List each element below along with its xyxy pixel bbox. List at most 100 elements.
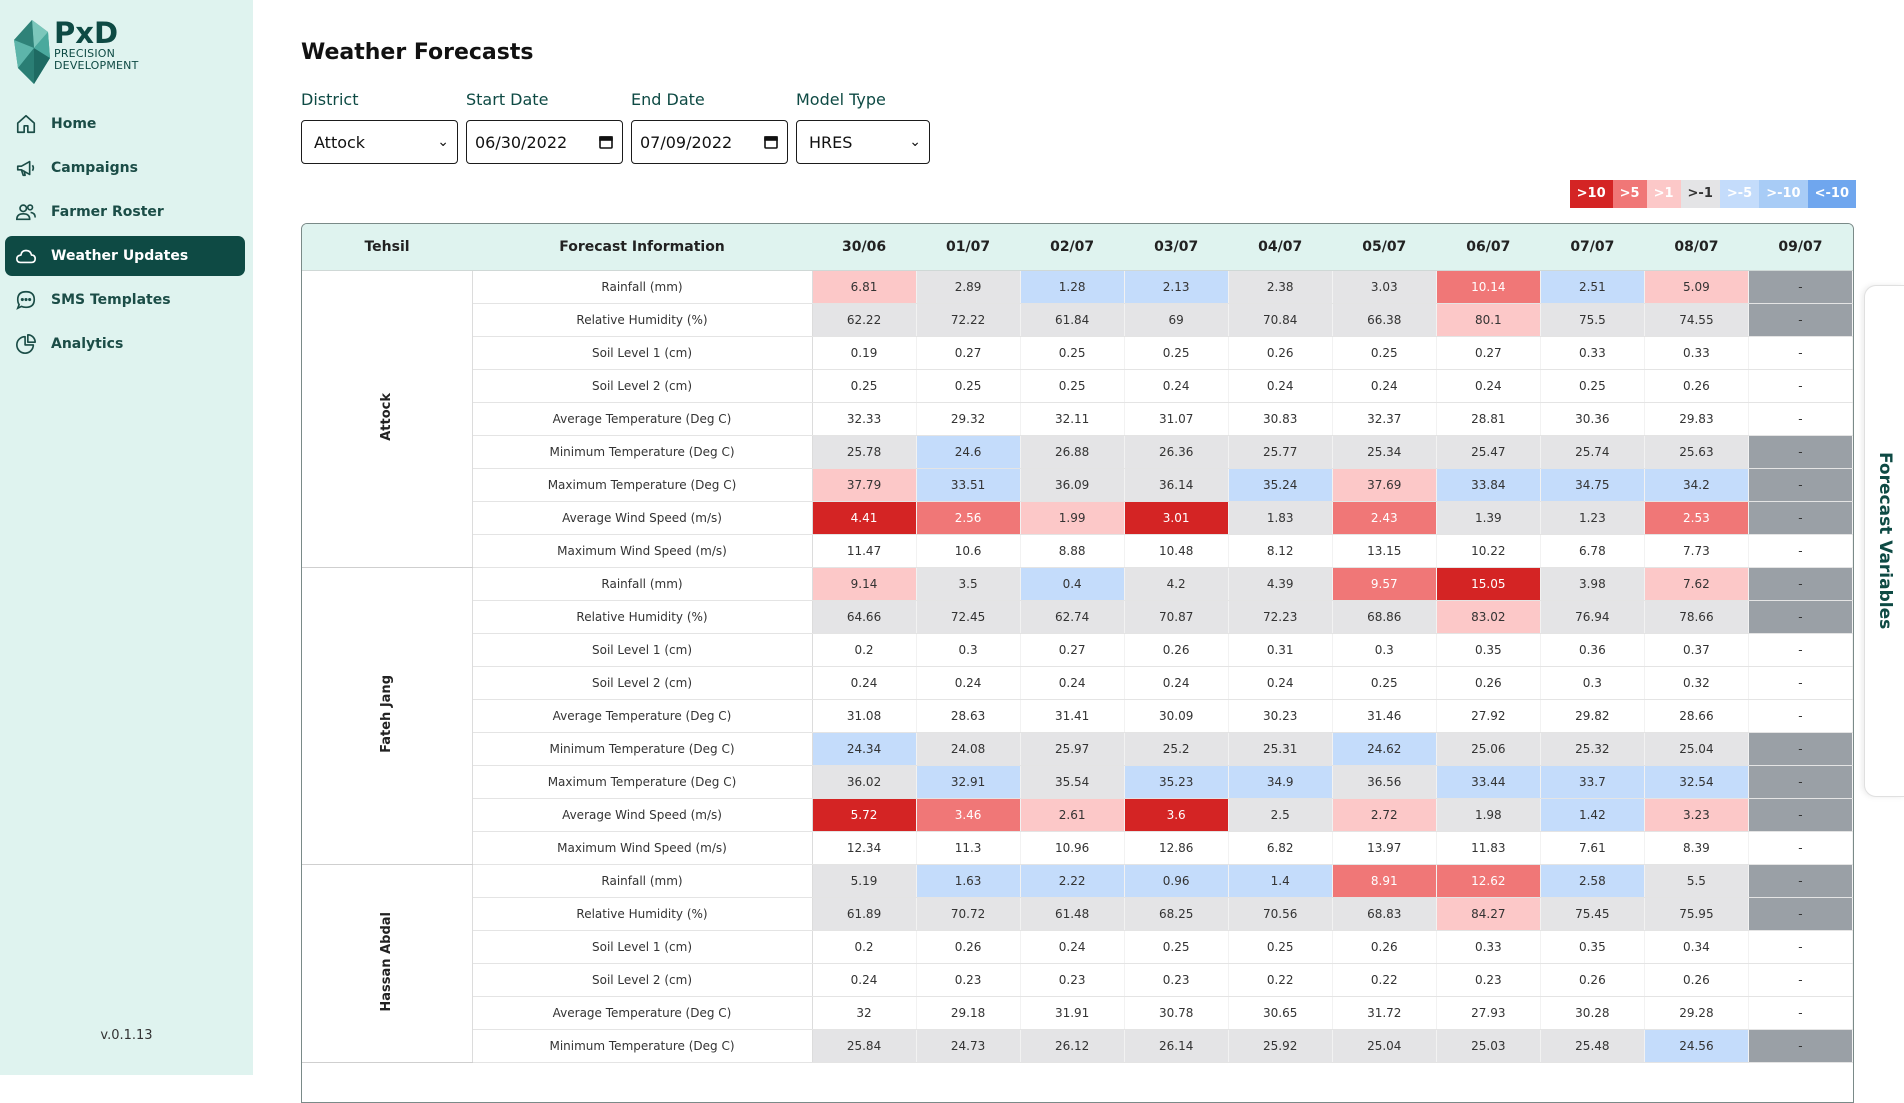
forecast-value-cell: 75.45 (1540, 897, 1645, 931)
logo[interactable]: PxD PRECISION DEVELOPMENT (12, 18, 139, 86)
forecast-variable-label: Rainfall (mm) (472, 567, 813, 601)
forecast-value-cell: 61.89 (812, 897, 917, 931)
forecast-value-cell: 8.39 (1644, 831, 1749, 865)
forecast-value-cell: 36.56 (1332, 765, 1437, 799)
logo-text: PxD PRECISION DEVELOPMENT (54, 18, 139, 72)
forecast-value-cell: 8.88 (1020, 534, 1125, 568)
sidebar-item-sms-templates[interactable]: SMS Templates (5, 280, 245, 320)
forecast-value-cell: 27.93 (1436, 996, 1541, 1030)
start-date-input[interactable]: 06/30/2022 (466, 120, 623, 164)
sidebar-item-home[interactable]: Home (5, 104, 245, 144)
column-header-date: 03/07 (1124, 224, 1229, 271)
page-title: Weather Forecasts (301, 40, 534, 65)
sidebar-item-farmer-roster[interactable]: Farmer Roster (5, 192, 245, 232)
forecast-value-cell: 10.48 (1124, 534, 1229, 568)
forecast-value-cell: 78.66 (1644, 600, 1749, 634)
forecast-value-cell: 1.99 (1020, 501, 1125, 535)
forecast-value-cell: 0.26 (1228, 336, 1333, 370)
forecast-value-cell: 25.78 (812, 435, 917, 469)
forecast-variable-label: Soil Level 2 (cm) (472, 963, 813, 997)
forecast-value-cell: 6.81 (812, 270, 917, 304)
forecast-value-cell: 33.7 (1540, 765, 1645, 799)
calendar-icon[interactable] (763, 134, 779, 150)
forecast-value-cell: 32.33 (812, 402, 917, 436)
forecast-value-cell: 80.1 (1436, 303, 1541, 337)
table-row: Maximum Temperature (Deg C) 36.02 32.91 35.… (302, 765, 1853, 799)
forecast-value-cell: 8.91 (1332, 864, 1437, 898)
forecast-value-cell: 0.26 (1644, 963, 1749, 997)
forecast-value-cell: 3.98 (1540, 567, 1645, 601)
forecast-value-cell: 0.96 (1124, 864, 1229, 898)
forecast-value-cell: 2.22 (1020, 864, 1125, 898)
app-version: v.0.1.13 (100, 1028, 153, 1043)
main-content: Weather Forecasts District Attock ⌄ Star… (301, 0, 1856, 1103)
forecast-value-cell: 0.24 (1436, 369, 1541, 403)
forecast-variable-label: Relative Humidity (%) (472, 303, 813, 337)
forecast-value-cell: 31.41 (1020, 699, 1125, 733)
forecast-value-cell: 0.27 (1436, 336, 1541, 370)
forecast-value-cell: 30.83 (1228, 402, 1333, 436)
forecast-value-cell: 32.91 (916, 765, 1021, 799)
forecast-value-cell: 1.28 (1020, 270, 1125, 304)
table-row: Soil Level 2 (cm) 0.25 0.25 0.25 0.24 0.24 0.2… (302, 369, 1853, 403)
district-label: District (301, 90, 359, 109)
model-type-select[interactable]: HRES ⌄ (796, 120, 930, 164)
forecast-value-cell: 72.45 (916, 600, 1021, 634)
forecast-value-cell: 31.08 (812, 699, 917, 733)
forecast-value-cell: 69 (1124, 303, 1229, 337)
forecast-value-cell: 1.42 (1540, 798, 1645, 832)
calendar-icon[interactable] (598, 134, 614, 150)
forecast-value-cell: 0.24 (1228, 369, 1333, 403)
forecast-value-cell: 7.73 (1644, 534, 1749, 568)
forecast-value-cell: 1.23 (1540, 501, 1645, 535)
sidebar-item-weather-updates[interactable]: Weather Updates (5, 236, 245, 276)
forecast-value-cell: 0.24 (1124, 369, 1229, 403)
district-select[interactable]: Attock ⌄ (301, 120, 458, 164)
forecast-value-cell: 0.25 (916, 369, 1021, 403)
forecast-variable-label: Minimum Temperature (Deg C) (472, 732, 813, 766)
forecast-value-cell: 0.33 (1436, 930, 1541, 964)
forecast-value-cell: 12.86 (1124, 831, 1229, 865)
table-row: Soil Level 2 (cm) 0.24 0.23 0.23 0.23 0.22 0.2… (302, 963, 1853, 997)
column-header-date: 07/07 (1540, 224, 1645, 271)
forecast-value-cell: 0.25 (1124, 336, 1229, 370)
forecast-value-cell: 15.05 (1436, 567, 1541, 601)
forecast-value-cell: 75.95 (1644, 897, 1749, 931)
forecast-value-cell: 25.74 (1540, 435, 1645, 469)
sidebar-nav: Home Campaigns Farmer Roster Weather Upd… (5, 104, 245, 368)
forecast-value-cell: 3.5 (916, 567, 1021, 601)
forecast-table: Tehsil Forecast Information 30/06 01/07 02/0… (302, 224, 1853, 1063)
forecast-value-cell: 9.14 (812, 567, 917, 601)
forecast-variables-tab[interactable]: Forecast Variables (1864, 285, 1904, 797)
forecast-value-cell: 70.87 (1124, 600, 1229, 634)
forecast-value-cell: 0.34 (1644, 930, 1749, 964)
forecast-value-cell: 29.82 (1540, 699, 1645, 733)
sidebar-item-campaigns[interactable]: Campaigns (5, 148, 245, 188)
start-date-filter: Start Date 06/30/2022 (466, 90, 623, 164)
end-date-input[interactable]: 07/09/2022 (631, 120, 788, 164)
sidebar-item-label: Campaigns (51, 160, 138, 176)
forecast-value-cell: 0.3 (1332, 633, 1437, 667)
forecast-value-cell: 0.33 (1644, 336, 1749, 370)
forecast-value-cell: 0.26 (1436, 666, 1541, 700)
forecast-table-container[interactable]: Tehsil Forecast Information 30/06 01/07 02/0… (301, 223, 1854, 1103)
forecast-variables-label: Forecast Variables (1875, 452, 1895, 630)
tehsil-cell: Hassan Abdal (302, 864, 473, 1063)
sidebar-item-analytics[interactable]: Analytics (5, 324, 245, 364)
forecast-value-cell: 25.2 (1124, 732, 1229, 766)
forecast-value-cell: 36.09 (1020, 468, 1125, 502)
forecast-value-cell: 30.09 (1124, 699, 1229, 733)
forecast-value-cell: 10.6 (916, 534, 1021, 568)
forecast-value-cell: 0.33 (1540, 336, 1645, 370)
pxd-leaf-logo-icon (14, 20, 50, 84)
table-row: Soil Level 1 (cm) 0.2 0.26 0.24 0.25 0.25 0.26… (302, 930, 1853, 964)
forecast-value-cell: 1.83 (1228, 501, 1333, 535)
forecast-value-cell: 1.63 (916, 864, 1021, 898)
tehsil-name: Attock (379, 393, 395, 441)
forecast-value-cell: 4.39 (1228, 567, 1333, 601)
forecast-value-cell: 9.57 (1332, 567, 1437, 601)
forecast-value-cell: 74.55 (1644, 303, 1749, 337)
forecast-value-cell: - (1748, 765, 1853, 799)
table-row: Maximum Temperature (Deg C) 37.79 33.51 36.… (302, 468, 1853, 502)
forecast-value-cell: 0.26 (1124, 633, 1229, 667)
